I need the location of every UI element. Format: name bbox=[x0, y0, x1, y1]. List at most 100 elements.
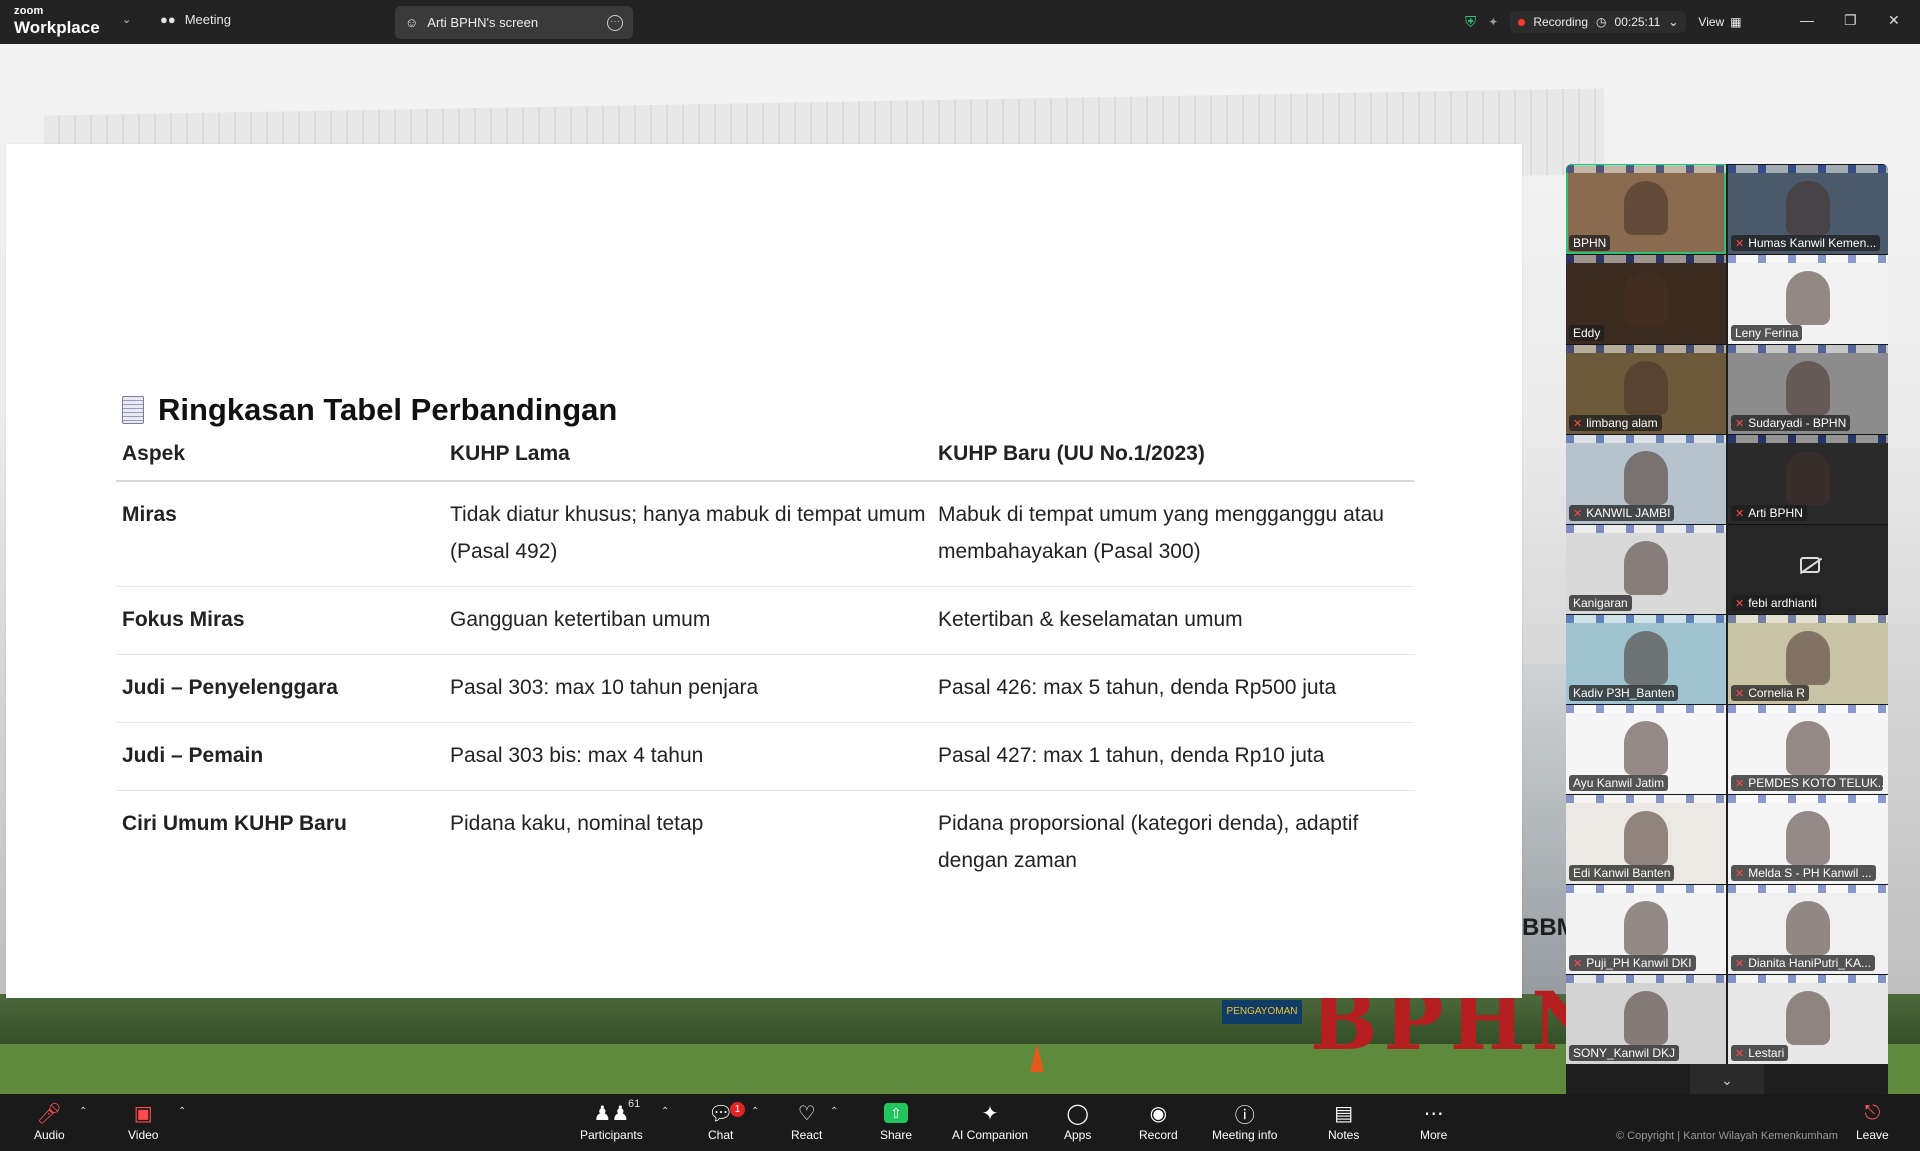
participants-options-caret-icon[interactable]: ⌃ bbox=[661, 1106, 669, 1117]
audio-label: Audio bbox=[34, 1128, 65, 1142]
apps-button[interactable]: ◯ Apps bbox=[1064, 1100, 1091, 1143]
notes-icon: ▤ bbox=[1334, 1102, 1354, 1125]
recording-dot-icon bbox=[1518, 18, 1526, 26]
participant-tile[interactable]: SONY_Kanwil DKJ bbox=[1566, 974, 1726, 1064]
meeting-status-group: ⛨ ✦ Recording ◷ 00:25:11 ⌄ View ▦ bbox=[1465, 8, 1742, 36]
chevron-down-icon[interactable]: ⌄ bbox=[122, 13, 131, 26]
cell-baru: Ketertiban & keselamatan umum bbox=[932, 586, 1414, 655]
participant-tile[interactable]: ✕ Humas Kanwil Kemen... bbox=[1728, 164, 1888, 254]
participant-name: Puji_PH Kanwil DKI bbox=[1586, 956, 1692, 970]
comparison-table: Aspek KUHP Lama KUHP Baru (UU No.1/2023)… bbox=[116, 434, 1414, 895]
participant-name-tag: Ayu Kanwil Jatim bbox=[1569, 775, 1669, 791]
participant-name-tag: Leny Ferina bbox=[1731, 325, 1803, 341]
ai-companion-label: AI Companion bbox=[952, 1128, 1029, 1142]
restore-icon[interactable]: ❐ bbox=[1844, 12, 1857, 29]
participant-video bbox=[1786, 451, 1830, 505]
mic-muted-icon: ✕ bbox=[1573, 507, 1583, 520]
participant-tile[interactable]: Ayu Kanwil Jatim bbox=[1566, 704, 1726, 794]
participant-name-tag: BPHN bbox=[1569, 235, 1611, 251]
participant-tile[interactable]: Edi Kanwil Banten bbox=[1566, 794, 1726, 884]
participant-tile[interactable]: ✕ Puji_PH Kanwil DKI bbox=[1566, 884, 1726, 974]
notes-button[interactable]: ▤ Notes bbox=[1328, 1100, 1359, 1143]
participant-name: Edi Kanwil Banten bbox=[1573, 866, 1671, 880]
participant-tile[interactable]: Eddy bbox=[1566, 254, 1726, 344]
participant-tile[interactable]: BPHN bbox=[1566, 164, 1726, 254]
mic-muted-icon: ✕ bbox=[1735, 597, 1745, 610]
chat-unread-badge: 1 bbox=[730, 1102, 745, 1117]
chat-button[interactable]: 💬︎ 1 Chat bbox=[708, 1100, 745, 1142]
video-options-caret-icon[interactable]: ⌃ bbox=[178, 1106, 186, 1117]
zoom-workplace-logo[interactable]: zoom Workplace bbox=[14, 6, 100, 37]
cell-lama: Pasal 303 bis: max 4 tahun bbox=[444, 722, 932, 791]
share-button[interactable]: ⇧ Share bbox=[880, 1100, 912, 1142]
participant-name: Sudaryadi - BPHN bbox=[1748, 416, 1847, 430]
scroll-down-button[interactable]: ⌄ bbox=[1690, 1064, 1764, 1094]
participant-name: febi ardhianti bbox=[1748, 596, 1817, 610]
more-button[interactable]: ⋯ More bbox=[1420, 1100, 1447, 1143]
table-row: Judi – Pemain Pasal 303 bis: max 4 tahun… bbox=[116, 722, 1414, 791]
minimize-icon[interactable]: — bbox=[1800, 12, 1814, 28]
participant-name-tag: ✕ Cornelia R bbox=[1731, 685, 1809, 701]
shared-screen-tab[interactable]: ☺ Arti BPHN's screen ··· bbox=[395, 6, 633, 39]
virtual-background-strip bbox=[1566, 165, 1726, 173]
participant-tile[interactable]: ✕ Arti BPHN bbox=[1728, 434, 1888, 524]
participant-tile[interactable]: ✕ limbang alam bbox=[1566, 344, 1726, 434]
participant-tile[interactable]: ✕ KANWIL JAMBI bbox=[1566, 434, 1726, 524]
chevron-down-icon[interactable]: ⌄ bbox=[1668, 15, 1678, 29]
mic-muted-icon: ✕ bbox=[1735, 1047, 1745, 1060]
participant-tile[interactable]: ✕ PEMDES KOTO TELUK... bbox=[1728, 704, 1888, 794]
participant-video bbox=[1786, 181, 1830, 235]
meeting-tab[interactable]: ●● Meeting bbox=[160, 12, 231, 27]
meeting-info-label: Meeting info bbox=[1212, 1128, 1278, 1142]
apps-icon: ◯ bbox=[1066, 1102, 1089, 1125]
meeting-info-button[interactable]: ⓘ Meeting info bbox=[1212, 1100, 1278, 1143]
participant-tile[interactable]: ✕ Cornelia R bbox=[1728, 614, 1888, 704]
participant-name: Lestari bbox=[1748, 1046, 1785, 1060]
sparkle-icon[interactable]: ✦ bbox=[1488, 15, 1498, 29]
participant-tile[interactable]: ✕ Dianita HaniPutri_KA... bbox=[1728, 884, 1888, 974]
participant-video bbox=[1624, 721, 1668, 775]
participant-name-tag: ✕ Lestari bbox=[1731, 1045, 1789, 1061]
mic-muted-icon: ✕ bbox=[1735, 867, 1745, 880]
audio-options-caret-icon[interactable]: ⌃ bbox=[79, 1106, 87, 1117]
table-row: Fokus Miras Gangguan ketertiban umum Ket… bbox=[116, 586, 1414, 655]
participant-tile[interactable]: Leny Ferina bbox=[1728, 254, 1888, 344]
grid-view-icon: ▦ bbox=[1730, 15, 1742, 29]
mic-muted-icon: ✕ bbox=[1735, 957, 1745, 970]
participant-video bbox=[1624, 451, 1668, 505]
virtual-background-strip bbox=[1566, 345, 1726, 353]
encryption-shield-icon[interactable]: ⛨ bbox=[1465, 14, 1476, 31]
video-button[interactable]: ▣ Video bbox=[128, 1100, 158, 1143]
react-button[interactable]: ♡ React bbox=[791, 1100, 822, 1143]
participant-tile[interactable]: ✕ Melda S - PH Kanwil ... bbox=[1728, 794, 1888, 884]
cell-aspek: Judi – Pemain bbox=[116, 722, 444, 791]
virtual-background-strip bbox=[1566, 795, 1726, 803]
participant-tile[interactable]: ✕ Sudaryadi - BPHN bbox=[1728, 344, 1888, 434]
participant-video bbox=[1624, 181, 1668, 235]
participant-name-tag: ✕ Sudaryadi - BPHN bbox=[1731, 415, 1851, 431]
participant-tile[interactable]: Kanigaran bbox=[1566, 524, 1726, 614]
chat-options-caret-icon[interactable]: ⌃ bbox=[751, 1106, 759, 1117]
leave-button[interactable]: ⎋ Leave bbox=[1856, 1100, 1889, 1143]
cell-aspek: Fokus Miras bbox=[116, 586, 444, 655]
more-icon: ⋯ bbox=[1423, 1102, 1444, 1125]
react-options-caret-icon[interactable]: ⌃ bbox=[830, 1106, 838, 1117]
recording-indicator[interactable]: Recording ◷ 00:25:11 ⌄ bbox=[1510, 11, 1687, 33]
ai-companion-button[interactable]: ✦ AI Companion bbox=[952, 1100, 1029, 1143]
record-button[interactable]: ◉ Record bbox=[1139, 1100, 1178, 1143]
cell-lama: Pasal 303: max 10 tahun penjara bbox=[444, 654, 932, 723]
cell-baru: Pidana proporsional (kategori denda), ad… bbox=[938, 812, 1359, 872]
participant-tile[interactable]: ✕ febi ardhianti bbox=[1728, 524, 1888, 614]
more-options-icon[interactable]: ··· bbox=[607, 14, 623, 31]
virtual-background-strip bbox=[1728, 255, 1888, 263]
participant-tile[interactable]: ✕ Lestari bbox=[1728, 974, 1888, 1064]
presentation-slide: Ringkasan Tabel Perbandingan Aspek KUHP … bbox=[6, 144, 1522, 998]
participant-tile[interactable]: Kadiv P3H_Banten bbox=[1566, 614, 1726, 704]
participant-name-tag: ✕ Humas Kanwil Kemen... bbox=[1731, 235, 1881, 251]
virtual-background-strip bbox=[1566, 615, 1726, 623]
participant-name-tag: Kadiv P3H_Banten bbox=[1569, 685, 1679, 701]
audio-button[interactable]: 🎤︎ Audio bbox=[34, 1100, 65, 1143]
view-button[interactable]: View ▦ bbox=[1698, 15, 1741, 29]
participant-name: Leny Ferina bbox=[1735, 326, 1799, 340]
close-icon[interactable]: ✕ bbox=[1888, 12, 1900, 29]
